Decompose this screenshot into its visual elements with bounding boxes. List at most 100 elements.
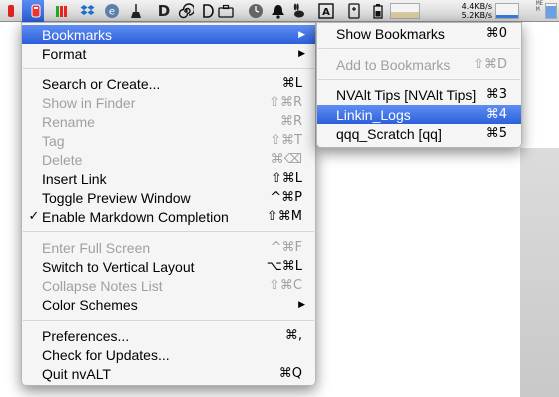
bars-icon[interactable]	[54, 3, 70, 19]
menu-item-shortcut: ⌘3	[485, 87, 507, 102]
menu-bar: e D A 4.4KB/s 5.2KB/s MEM	[0, 0, 559, 22]
menu-item-label: Bookmarks	[42, 26, 113, 43]
keyboard-icon[interactable]: A	[318, 3, 334, 19]
menu-separator	[23, 320, 314, 321]
submenu-arrow-icon: ▶	[298, 48, 305, 59]
menu-item-delete[interactable]: Delete ⌘⌫	[22, 150, 315, 169]
menu-item-label: Search or Create...	[42, 75, 161, 92]
bell-icon[interactable]	[270, 3, 286, 19]
menu-item-shortcut: ⇧⌘T	[270, 133, 302, 148]
menu-item-search-or-create[interactable]: Search or Create... ⌘L	[22, 74, 315, 93]
checkmark-icon: ✓	[28, 209, 40, 224]
menu-item-shortcut: ⇧⌘L	[270, 171, 302, 186]
menu-item-shortcut: ⌘⌫	[270, 152, 302, 167]
net-up-rate: 4.4KB/s	[461, 2, 492, 11]
menu-item-label: Quit nvALT	[42, 365, 111, 382]
cpu-graph[interactable]	[390, 3, 420, 19]
briefcase-icon[interactable]	[218, 3, 234, 19]
menu-item-label: Linkin_Logs	[336, 106, 411, 123]
menu-item-show-in-finder[interactable]: Show in Finder ⇧⌘R	[22, 93, 315, 112]
d-icon[interactable]: D	[156, 2, 172, 20]
menu-item-collapse-notes-list[interactable]: Collapse Notes List ⇧⌘C	[22, 276, 315, 295]
menu-item-shortcut: ^⌘F	[270, 240, 302, 255]
app-red-icon[interactable]	[3, 3, 19, 19]
submenu-item-nvalt-tips[interactable]: NVAlt Tips [NVAlt Tips] ⌘3	[317, 85, 521, 104]
mem-label: MEM	[536, 0, 544, 13]
menu-item-shortcut: ⇧⌘M	[266, 209, 302, 224]
menu-item-insert-link[interactable]: Insert Link ⇧⌘L	[22, 169, 315, 188]
menu-item-shortcut: ⌘0	[485, 26, 507, 41]
menu-item-shortcut: ⌘L	[281, 76, 302, 91]
evernote-icon[interactable]: e	[104, 3, 120, 19]
menu-item-preferences[interactable]: Preferences... ⌘,	[22, 326, 315, 345]
menu-item-enable-markdown-completion[interactable]: ✓ Enable Markdown Completion ⇧⌘M	[22, 207, 315, 226]
memory-graph[interactable]	[545, 3, 557, 19]
menu-separator	[318, 79, 520, 80]
menu-item-tag[interactable]: Tag ⇧⌘T	[22, 131, 315, 150]
menu-item-enter-full-screen[interactable]: Enter Full Screen ^⌘F	[22, 238, 315, 257]
menu-item-shortcut: ⌘,	[284, 328, 302, 343]
nvalt-menu: Bookmarks ▶ Format ▶ Search or Create...…	[21, 22, 316, 386]
menu-item-label: Tag	[42, 132, 65, 149]
menu-item-label: Enable Markdown Completion	[42, 208, 229, 225]
d-outline-icon[interactable]	[200, 3, 216, 19]
menu-item-shortcut: ⇧⌘D	[473, 57, 507, 72]
menu-item-label: Delete	[42, 151, 83, 168]
menu-item-shortcut: ^⌘P	[270, 190, 302, 205]
menu-item-label: NVAlt Tips [NVAlt Tips]	[336, 86, 477, 103]
submenu-item-show-bookmarks[interactable]: Show Bookmarks ⌘0	[317, 24, 521, 43]
dropbox-icon[interactable]	[79, 3, 95, 19]
nvalt-menu-icon[interactable]	[28, 3, 44, 19]
spiral-icon[interactable]	[178, 3, 194, 19]
menu-item-label: Collapse Notes List	[42, 277, 163, 294]
background-window	[520, 148, 559, 397]
menu-item-label: Insert Link	[42, 170, 107, 187]
menu-item-shortcut: ⇧⌘C	[269, 278, 302, 293]
menu-item-shortcut: ⌘4	[485, 107, 507, 122]
submenu-arrow-icon: ▶	[298, 299, 305, 310]
menu-item-format[interactable]: Format ▶	[22, 44, 315, 63]
menu-item-label: Rename	[42, 113, 95, 130]
submenu-item-qqq-scratch[interactable]: qqq_Scratch [qq] ⌘5	[317, 124, 521, 143]
menu-item-label: Check for Updates...	[42, 346, 170, 363]
net-down-rate: 5.2KB/s	[461, 11, 492, 20]
menu-item-shortcut: ⇧⌘R	[269, 95, 302, 110]
rabbit-icon[interactable]	[290, 3, 306, 19]
menu-item-shortcut: ⌘5	[485, 126, 507, 141]
menu-item-shortcut: ⌘Q	[278, 366, 302, 381]
menu-separator	[318, 48, 520, 49]
svg-text:e: e	[109, 7, 115, 18]
menu-item-label: Enter Full Screen	[42, 239, 151, 256]
menu-item-label: Show Bookmarks	[336, 25, 445, 42]
menu-item-check-for-updates[interactable]: Check for Updates...	[22, 345, 315, 364]
menu-item-label: Add to Bookmarks	[336, 56, 451, 73]
svg-text:A: A	[322, 7, 330, 18]
menu-item-color-schemes[interactable]: Color Schemes ▶	[22, 295, 315, 314]
menu-item-shortcut: ⌥⌘L	[266, 259, 302, 274]
menu-item-label: Format	[42, 45, 87, 62]
clock-icon[interactable]	[248, 3, 264, 19]
menu-item-label: Color Schemes	[42, 296, 138, 313]
menu-separator	[23, 68, 314, 69]
power-plug-icon[interactable]	[346, 3, 362, 19]
menu-item-label: qqq_Scratch [qq]	[336, 125, 442, 142]
menu-separator	[23, 231, 314, 232]
broom-icon[interactable]	[128, 3, 144, 19]
menu-item-quit[interactable]: Quit nvALT ⌘Q	[22, 364, 315, 383]
submenu-item-add-to-bookmarks[interactable]: Add to Bookmarks ⇧⌘D	[317, 55, 521, 74]
network-graph[interactable]	[495, 3, 519, 19]
menu-item-label: Preferences...	[42, 327, 130, 344]
bookmarks-submenu: Show Bookmarks ⌘0 Add to Bookmarks ⇧⌘D N…	[316, 22, 522, 148]
menu-item-label: Show in Finder	[42, 94, 136, 111]
submenu-item-linkin-logs[interactable]: Linkin_Logs ⌘4	[317, 105, 521, 124]
menu-item-label: Switch to Vertical Layout	[42, 258, 195, 275]
menu-item-toggle-preview-window[interactable]: Toggle Preview Window ^⌘P	[22, 188, 315, 207]
menu-item-bookmarks[interactable]: Bookmarks ▶	[22, 25, 315, 44]
menu-item-rename[interactable]: Rename ⌘R	[22, 112, 315, 131]
submenu-arrow-icon: ▶	[298, 29, 305, 40]
menu-item-shortcut: ⌘R	[279, 114, 302, 129]
menu-item-label: Toggle Preview Window	[42, 189, 191, 206]
network-rates: 4.4KB/s 5.2KB/s	[440, 2, 492, 20]
battery-icon[interactable]	[370, 3, 386, 19]
menu-item-switch-to-vertical-layout[interactable]: Switch to Vertical Layout ⌥⌘L	[22, 257, 315, 276]
